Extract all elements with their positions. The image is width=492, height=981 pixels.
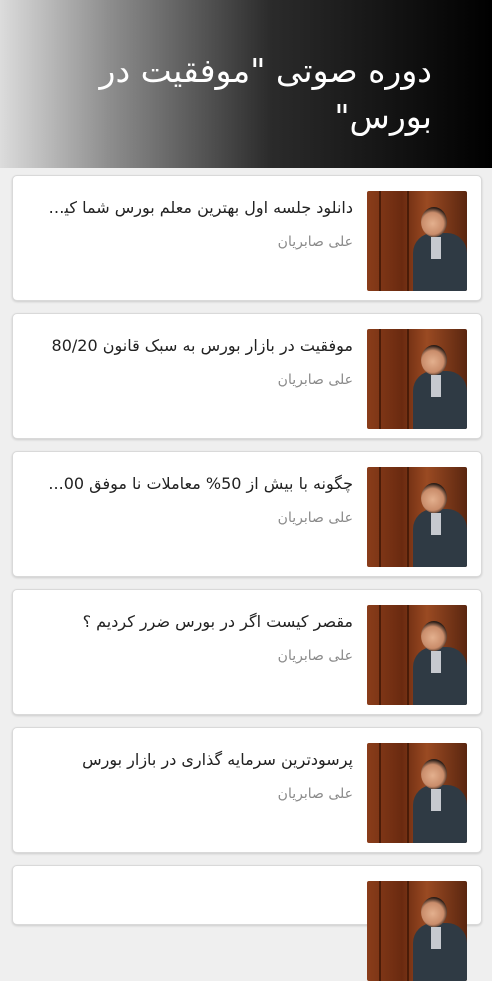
episode-title: مقصر کیست اگر در بورس ضرر کردیم ؟ [82, 612, 353, 631]
list-item[interactable]: دانلود جلسه اول بهترین معلم بورس شما کیس… [12, 175, 482, 301]
episode-thumbnail [367, 467, 467, 567]
list-item[interactable] [12, 865, 482, 981]
episode-author: علی صابریان [277, 372, 353, 388]
episode-title: موفقیت در بازار بورس به سبک قانون 80/20 [51, 336, 353, 355]
episode-title: پرسودترین سرمایه گذاری در بازار بورس [82, 750, 353, 769]
episode-author: علی صابریان [277, 786, 353, 802]
list-item[interactable]: چگونه با بیش از 50% معاملات نا موفق 00..… [12, 451, 482, 577]
episode-author: علی صابریان [277, 234, 353, 250]
episode-thumbnail [367, 881, 467, 981]
episode-thumbnail [367, 191, 467, 291]
header: دوره صوتی "موفقیت در بورس" [0, 0, 492, 168]
page-title: دوره صوتی "موفقیت در بورس" [99, 51, 432, 136]
list-item[interactable]: موفقیت در بازار بورس به سبک قانون 80/20 … [12, 313, 482, 439]
list-item[interactable]: مقصر کیست اگر در بورس ضرر کردیم ؟ علی صا… [12, 589, 482, 715]
episode-thumbnail [367, 605, 467, 705]
episode-list: دانلود جلسه اول بهترین معلم بورس شما کیس… [12, 175, 482, 981]
episode-thumbnail [367, 743, 467, 843]
episode-author: علی صابریان [277, 510, 353, 526]
episode-author: علی صابریان [277, 648, 353, 664]
episode-thumbnail [367, 329, 467, 429]
list-item[interactable]: پرسودترین سرمایه گذاری در بازار بورس علی… [12, 727, 482, 853]
episode-title: چگونه با بیش از 50% معاملات نا موفق 00..… [48, 474, 353, 493]
episode-title: دانلود جلسه اول بهترین معلم بورس شما کیس… [38, 198, 353, 217]
